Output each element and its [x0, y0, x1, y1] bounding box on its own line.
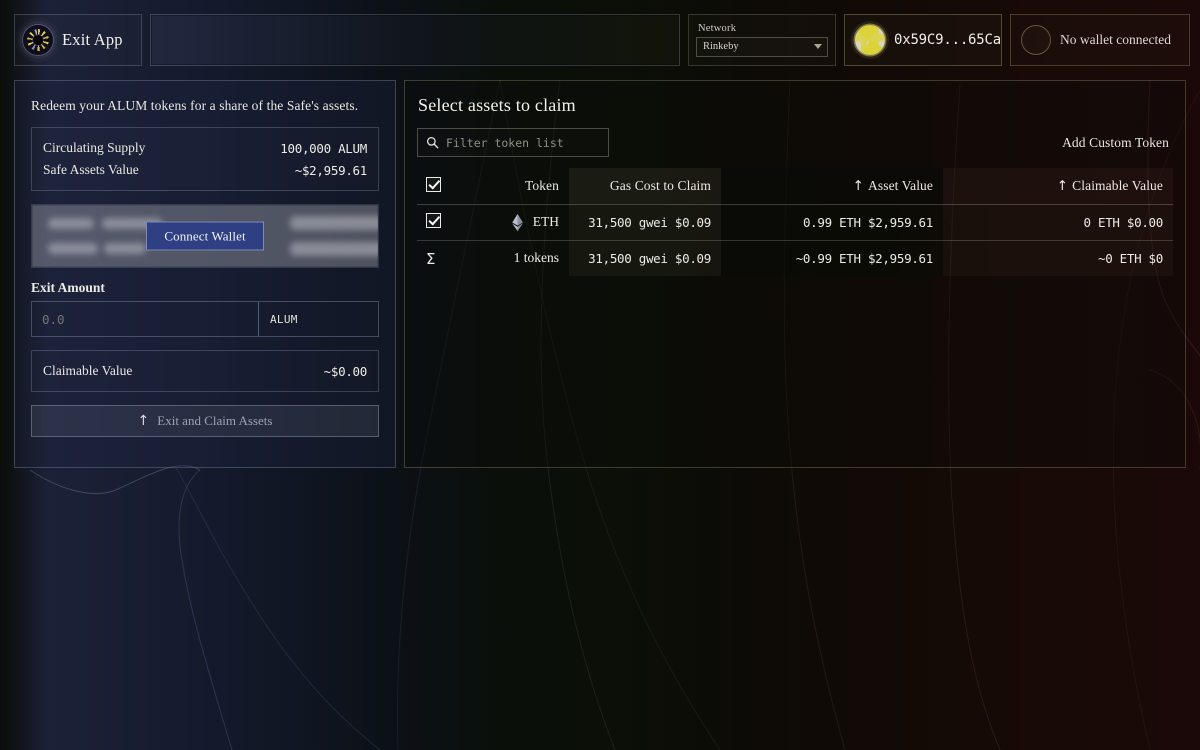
row-select-cell — [417, 204, 459, 241]
panel-title: Select assets to claim — [418, 95, 576, 115]
brand-exit-app-button[interactable]: Exit App — [14, 14, 142, 66]
select-all-header — [417, 168, 459, 205]
stat-row-safe-assets-value: Safe Assets Value ~$2,959.61 — [43, 159, 367, 181]
claimable-value-box: Claimable Value ~$0.00 — [31, 350, 379, 392]
safe-assets-value-label: Safe Assets Value — [43, 162, 139, 177]
row-gas-cost: 31,500 gwei $0.09 — [569, 204, 721, 241]
empty-avatar-icon — [1021, 25, 1051, 55]
exit-and-claim-assets-button[interactable]: ↑ Exit and Claim Assets — [31, 405, 379, 437]
connect-wallet-button[interactable]: Connect Wallet — [146, 221, 264, 251]
blockie-avatar-icon — [855, 25, 885, 55]
exit-amount-unit: ALUM — [258, 302, 378, 336]
add-custom-token-button[interactable]: Add Custom Token — [1062, 135, 1173, 151]
summary-claimable-value: ~0 ETH $0 — [943, 240, 1173, 276]
header-gas-cost[interactable]: Gas Cost to Claim — [569, 168, 721, 205]
table-header-row: Token Gas Cost to Claim ↑ Asset Value ↑ Cl… — [417, 168, 1173, 205]
circulating-supply-label: Circulating Supply — [43, 140, 146, 155]
summary-symbol-cell: Σ — [417, 240, 459, 276]
stat-row-circulating-supply: Circulating Supply 100,000 ALUM — [43, 137, 367, 159]
account-address-box[interactable]: 0x59C9...65Ca — [844, 14, 1002, 66]
summary-asset-value: ~0.99 ETH $2,959.61 — [721, 240, 943, 276]
network-label: Network — [698, 22, 737, 34]
summary-token-count: 1 tokens — [513, 250, 559, 266]
header-claimable-value[interactable]: ↑ Claimable Value — [943, 168, 1173, 205]
wallet-status-box[interactable]: No wallet connected — [1010, 14, 1190, 66]
skeleton-placeholder — [290, 242, 378, 256]
header-asset-value-label: Asset Value — [868, 177, 933, 193]
row-claimable-value: 0 ETH $0.00 — [943, 204, 1173, 241]
header-claimable-value-label: Claimable Value — [1072, 177, 1163, 193]
wallet-status-label: No wallet connected — [1060, 32, 1171, 47]
token-table: Token Gas Cost to Claim ↑ Asset Value ↑ Cl… — [417, 168, 1173, 276]
claimable-value-label: Claimable Value — [43, 363, 133, 378]
sort-ascending-arrow-icon: ↑ — [1056, 177, 1069, 194]
network-value: Rinkeby — [703, 41, 739, 52]
search-input[interactable] — [446, 135, 600, 150]
main-content: Redeem your ALUM tokens for a share of t… — [14, 80, 1186, 468]
safe-assets-value-value: ~$2,959.61 — [294, 162, 368, 178]
redeem-description: Redeem your ALUM tokens for a share of t… — [31, 98, 359, 113]
table-summary-row: Σ 1 tokens 31,500 gwei $0.09 ~0.99 ETH $… — [417, 240, 1173, 276]
filter-token-search[interactable] — [417, 128, 609, 157]
header-asset-value[interactable]: ↑ Asset Value — [721, 168, 943, 205]
exit-amount-row: ALUM — [31, 301, 379, 337]
connect-wallet-overlay: Connect Wallet — [31, 204, 379, 268]
sort-ascending-arrow-icon: ↑ — [852, 177, 865, 194]
skeleton-placeholder — [48, 243, 98, 254]
row-token-symbol: ETH — [532, 214, 559, 229]
up-arrow-icon: ↑ — [137, 413, 150, 429]
circular-exit-logo-icon — [23, 25, 53, 55]
stat-row-claimable-value: Claimable Value ~$0.00 — [43, 360, 367, 382]
row-token-cell: ETH — [459, 204, 569, 241]
ethereum-icon — [512, 213, 523, 231]
app-header: Exit App Network Rinkeby 0x59C9...65Ca N… — [0, 0, 1200, 80]
chevron-down-icon — [814, 44, 822, 49]
row-asset-value: 0.99 ETH $2,959.61 — [721, 204, 943, 241]
account-address: 0x59C9...65Ca — [894, 32, 1001, 48]
skeleton-placeholder — [48, 218, 94, 229]
token-toolbar: Add Custom Token — [417, 128, 1173, 157]
network-dropdown[interactable]: Rinkeby — [696, 36, 828, 57]
summary-gas-cost: 31,500 gwei $0.09 — [569, 240, 721, 276]
token-table-body: ETH 31,500 gwei $0.09 0.99 ETH $2,959.61… — [417, 204, 1173, 276]
exit-button-label: Exit and Claim Assets — [157, 413, 273, 428]
circulating-supply-value: 100,000 ALUM — [280, 140, 367, 156]
token-table-header: Token Gas Cost to Claim ↑ Asset Value ↑ Cl… — [417, 168, 1173, 205]
network-selector[interactable]: Network Rinkeby — [688, 14, 836, 66]
select-assets-panel: Select assets to claim Add Custom Token — [404, 80, 1186, 468]
header-token[interactable]: Token — [459, 168, 569, 205]
redeem-panel: Redeem your ALUM tokens for a share of t… — [14, 80, 396, 468]
select-all-checkbox[interactable] — [426, 177, 441, 193]
header-center-panel — [150, 14, 680, 66]
search-icon — [426, 136, 439, 149]
safe-stats-box: Circulating Supply 100,000 ALUM Safe Ass… — [31, 127, 379, 191]
skeleton-placeholder — [290, 216, 378, 230]
claimable-value-value: ~$0.00 — [323, 363, 368, 379]
skeleton-placeholder — [104, 243, 146, 254]
exit-amount-input[interactable] — [32, 302, 258, 336]
sigma-icon: Σ — [426, 249, 436, 268]
exit-amount-label: Exit Amount — [31, 280, 105, 295]
app-title: Exit App — [62, 30, 123, 49]
table-row[interactable]: ETH 31,500 gwei $0.09 0.99 ETH $2,959.61… — [417, 204, 1173, 241]
row-checkbox[interactable] — [426, 213, 441, 228]
